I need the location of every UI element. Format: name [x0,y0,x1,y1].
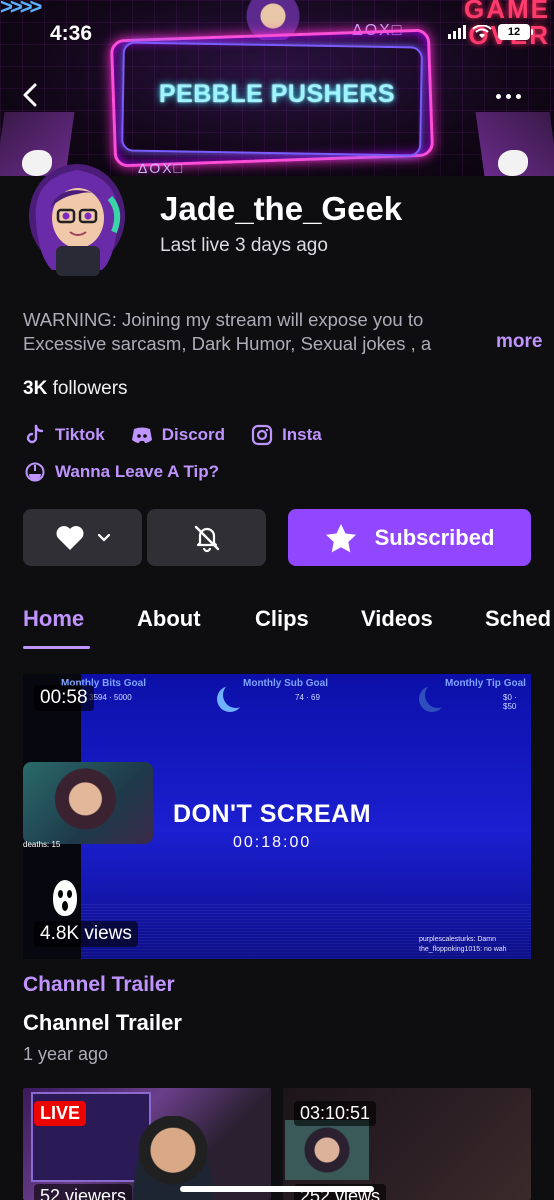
tab-schedule[interactable]: Sched [485,606,551,632]
description-more-link[interactable]: more [482,331,543,353]
moon-icon [223,682,249,708]
bell-off-icon [194,525,219,552]
channel-name: Jade_the_Geek [160,190,403,227]
chevron-down-icon [97,533,110,542]
subscribe-label: Subscribed [374,524,495,550]
tip-link[interactable]: Wanna Leave A Tip? [24,461,219,483]
subscribe-button[interactable]: Subscribed [288,509,531,566]
death-counter: deaths: 15 [23,840,61,849]
duration-badge: 03:10:51 [294,1101,377,1126]
discord-icon [131,427,152,443]
channel-description: WARNING: Joining my stream will expose y… [23,308,535,356]
star-icon [325,523,356,552]
views-badge: 4.8K views [34,921,138,947]
wifi-icon [472,25,492,38]
followers-number: 3K [23,378,48,399]
description-line: WARNING: Joining my stream will expose y… [23,309,424,330]
more-dot-icon [516,93,521,99]
sub-goal-value: 74 · 69 [295,693,320,702]
tiktok-icon [26,424,44,444]
social-links: Tiktok Discord Insta [24,424,322,446]
video-thumbnail[interactable]: 03:10:51 252 views [283,1088,531,1200]
followers-count: 3K followers [23,378,128,400]
description-line: Excessive sarcasm, Dark Humor, Sexual jo… [23,333,432,354]
followers-label: followers [47,378,128,399]
live-badge: LIVE [34,1101,87,1126]
back-button[interactable] [18,80,44,110]
banner-title: PEBBLE PUSHERS [158,80,396,108]
more-dot-icon [506,93,511,99]
social-link-label: Discord [161,425,226,444]
instagram-icon [251,424,273,446]
chat-message: the_floppoking1015: no wah [419,946,507,953]
follow-button[interactable] [23,509,142,566]
notifications-button[interactable] [147,509,266,566]
heart-icon [56,525,83,550]
tab-about[interactable]: About [137,606,201,632]
trailer-category-link[interactable]: Channel Trailer [23,973,175,997]
channel-tabs: Home About Clips Videos Sched [0,600,554,652]
tip-link-label: Wanna Leave A Tip? [55,462,220,481]
trailer-title[interactable]: Channel Trailer [23,1010,182,1036]
last-live-text: Last live 3 days ago [160,235,328,256]
banner-symbols-lower: ΔOX□ [138,160,185,176]
tip-icon [25,462,45,482]
viewers-badge: 52 viewers [34,1184,133,1200]
chat-message: purplescalesturks: Damn [419,936,497,943]
moon-icon [425,682,451,708]
banner-chevrons: >>>> [0,0,42,19]
more-options-button[interactable] [496,86,526,106]
ghostface-icon [53,880,77,916]
trailer-video-thumbnail[interactable]: Monthly Bits Goal 3594 · 5000 Monthly Su… [23,674,531,959]
social-link-label: Insta [282,425,322,444]
streamer-webcam [285,1120,369,1180]
social-link-tiktok[interactable]: Tiktok [24,424,105,446]
trailer-age: 1 year ago [23,1044,109,1064]
tip-goal-value: $0 · $50 [503,693,517,711]
social-link-instagram[interactable]: Insta [251,424,322,446]
home-indicator[interactable] [180,1186,374,1192]
status-time: 4:36 [50,22,93,45]
active-tab-indicator [23,646,90,649]
social-link-label: Tiktok [55,425,105,444]
battery-icon: 12 [498,24,533,40]
avatar [29,164,125,276]
bits-goal-value: 3594 · 5000 [89,693,132,702]
live-stream-thumbnail[interactable]: LIVE 52 viewers [23,1088,271,1200]
social-link-discord[interactable]: Discord [131,424,225,446]
game-headline: DON'T SCREAM [173,800,372,828]
tip-goal-label: Monthly Tip Goal [445,678,526,689]
glove-right [498,150,528,176]
signal-icon [448,25,466,39]
duration-badge: 00:58 [34,685,94,711]
tab-clips[interactable]: Clips [255,606,309,632]
more-dot-icon [496,93,501,99]
tab-videos[interactable]: Videos [361,606,433,632]
status-icons: 12 [448,24,533,40]
sub-goal-label: Monthly Sub Goal [243,678,328,689]
streamer-webcam [23,762,153,844]
tab-home[interactable]: Home [23,606,84,632]
game-timer: 00:18:00 [233,834,312,851]
